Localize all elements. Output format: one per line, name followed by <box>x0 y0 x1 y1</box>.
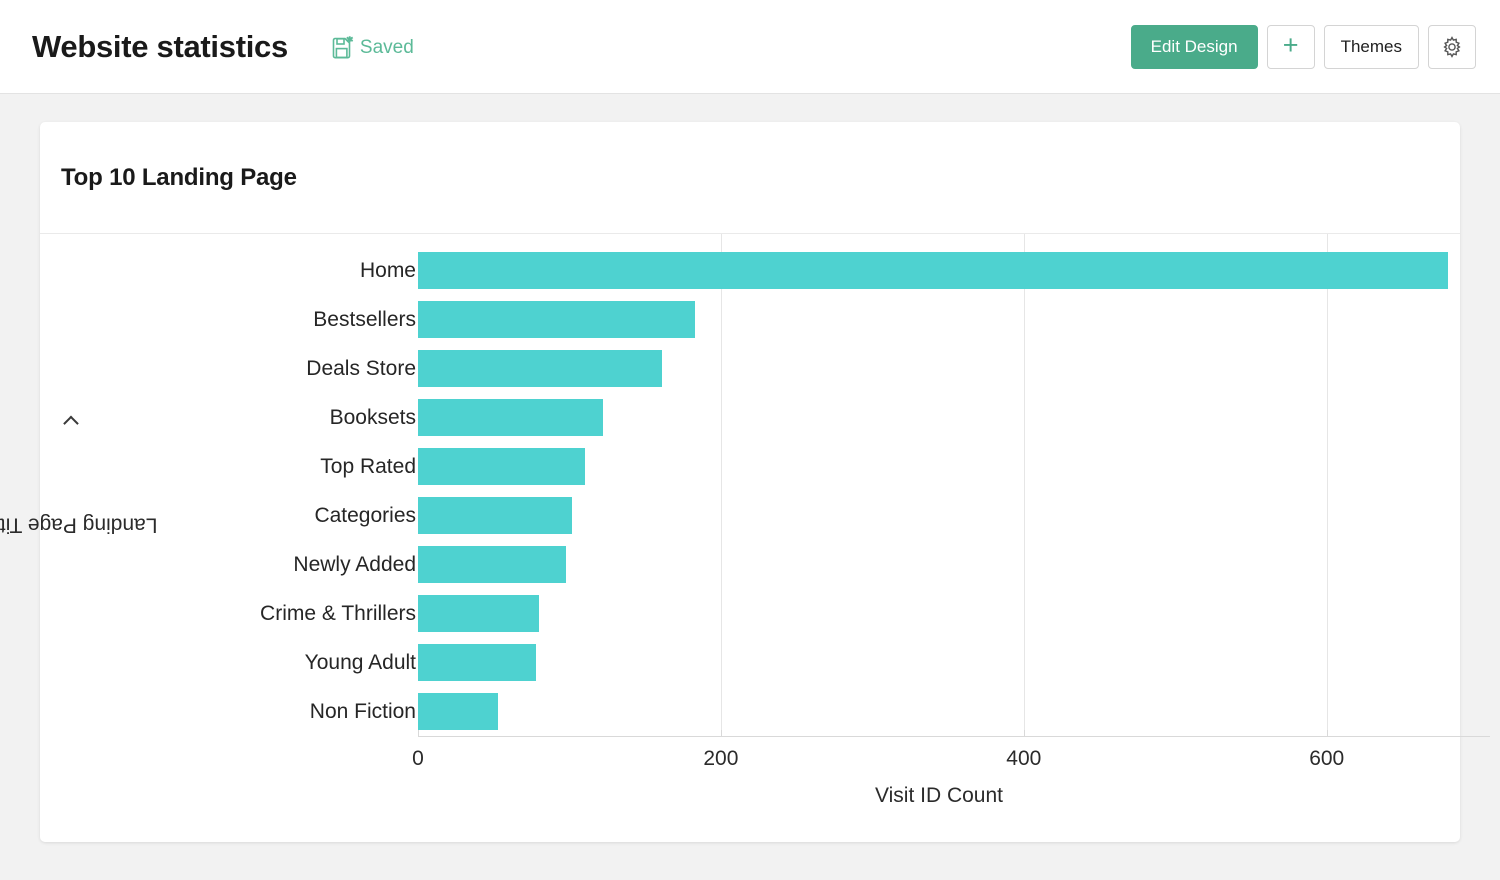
saved-label: Saved <box>359 36 414 58</box>
bar-category-label: Bestsellers <box>313 307 416 331</box>
bar-row[interactable]: Top Rated <box>320 442 1460 491</box>
bar-category-label: Newly Added <box>293 552 416 576</box>
y-axis-title: Landing Page Title <box>0 349 157 679</box>
x-axis-tick-label: 600 <box>1309 747 1345 770</box>
bar-row[interactable]: Home <box>360 246 1460 295</box>
bar-category-label: Home <box>359 258 416 282</box>
bar-row[interactable]: Non Fiction <box>310 687 1460 736</box>
bar-row[interactable]: Crime & Thrillers <box>260 589 1460 638</box>
save-disk-asterisk-icon <box>330 35 356 61</box>
bar[interactable] <box>418 301 696 338</box>
top-bar: Website statistics Saved Edit Design + T… <box>0 0 1500 94</box>
bar[interactable] <box>418 693 499 730</box>
chart-card: Top 10 Landing Page Landing Page Title H… <box>0 122 1490 842</box>
x-axis-tick-label: 200 <box>703 747 739 770</box>
chart-title: Top 10 Landing Page <box>61 163 297 191</box>
themes-button[interactable]: Themes <box>1323 25 1419 69</box>
tick-mark <box>1326 730 1328 737</box>
bar[interactable] <box>418 448 585 485</box>
bar[interactable] <box>418 644 537 681</box>
x-axis-ticks: 0 200 400 600 <box>412 730 1460 777</box>
tick-mark <box>720 730 722 737</box>
bar[interactable] <box>418 252 1448 289</box>
x-axis-tick-label: 400 <box>1006 747 1042 770</box>
bar-row[interactable]: Categories <box>314 491 1460 540</box>
plus-icon: + <box>1282 30 1299 60</box>
x-axis-tick-label: 0 <box>412 747 424 770</box>
bar-rows: Home Bestsellers Deals Store Booksets Top Ra… <box>260 246 1460 736</box>
x-axis-title: Visit ID Count <box>875 784 1003 807</box>
plot-area: Home Bestsellers Deals Store Booksets Top Ra… <box>260 234 1490 841</box>
chevron-right-icon[interactable] <box>62 415 78 432</box>
bar-row[interactable]: Young Adult <box>305 638 1460 687</box>
add-widget-button[interactable]: + <box>1266 25 1315 69</box>
bar-row[interactable]: Bestsellers <box>313 295 1460 344</box>
bar-category-label: Young Adult <box>304 650 416 674</box>
bar[interactable] <box>418 350 662 387</box>
bar-row[interactable]: Deals Store <box>306 344 1460 393</box>
bar-category-label: Non Fiction <box>309 699 416 723</box>
bar[interactable] <box>418 497 573 534</box>
edit-design-button[interactable]: Edit Design <box>1130 25 1258 69</box>
toolbar-actions: Edit Design + Themes <box>1130 0 1476 94</box>
bar[interactable] <box>418 595 540 632</box>
bar-category-label: Booksets <box>329 405 416 429</box>
chart-card-header: Top 10 Landing Page <box>40 122 1460 234</box>
tick-mark <box>418 730 419 737</box>
tick-mark <box>1023 730 1025 737</box>
bar-row[interactable]: Booksets <box>330 393 1460 442</box>
saved-status: Saved <box>330 35 414 61</box>
settings-button[interactable] <box>1428 25 1476 69</box>
bar-chart: Landing Page Title Home Bestsellers Deals … <box>0 234 1490 841</box>
page-title: Website statistics <box>32 28 288 64</box>
bar-row[interactable]: Newly Added <box>293 540 1460 589</box>
bar-category-label: Crime & Thrillers <box>260 601 416 625</box>
bar-category-label: Deals Store <box>306 356 416 380</box>
bar-category-label: Top Rated <box>320 454 416 478</box>
gear-icon <box>1440 35 1464 59</box>
bar-category-label: Categories <box>314 503 416 527</box>
bar[interactable] <box>418 399 603 436</box>
bar[interactable] <box>418 546 567 583</box>
